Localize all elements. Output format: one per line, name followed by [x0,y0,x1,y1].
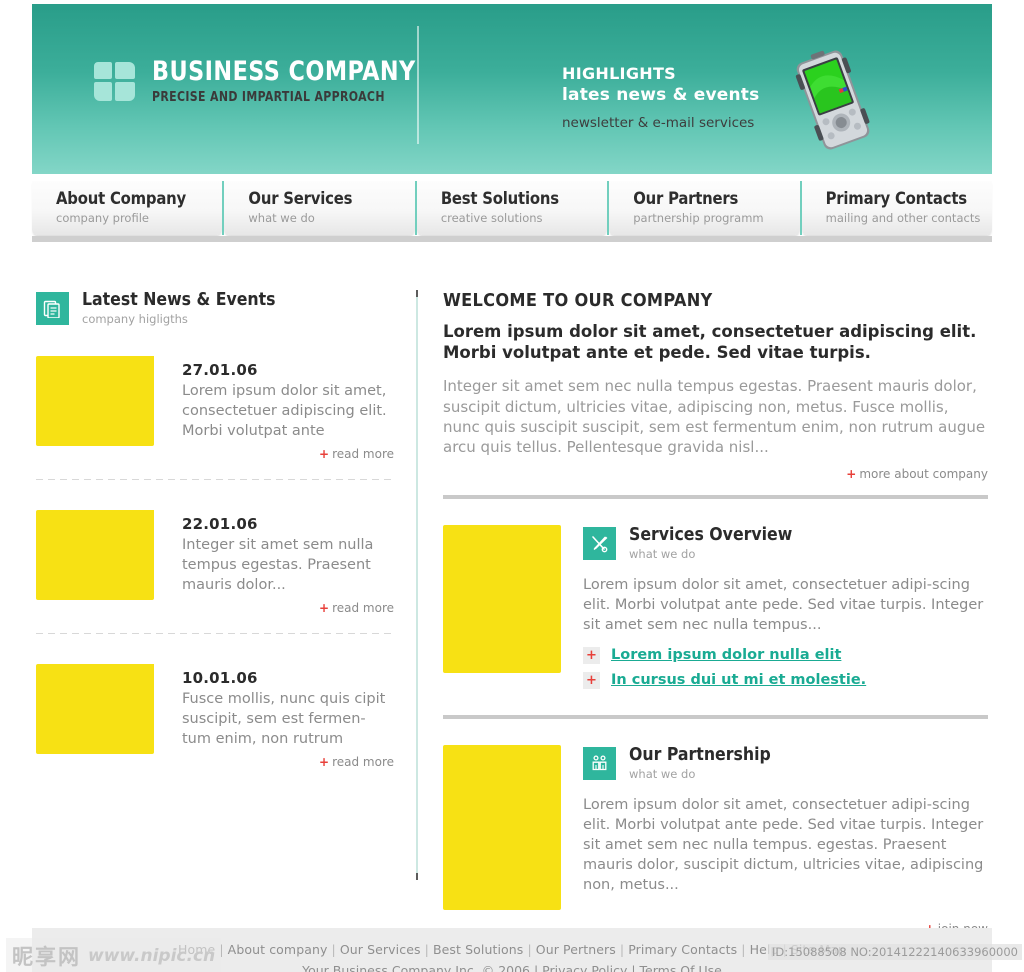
nav-tab-title: Our Partners [633,189,739,208]
nav-tab-subtitle: partnership programm [633,211,764,226]
watermark-id: ID:15088508 NO:20141222140633960000 [768,944,1022,960]
news-section-title: Latest News & Events [82,290,276,310]
partnership-title: Our Partnership [629,744,771,765]
news-read-more-link[interactable]: + read more [182,755,394,769]
nav-tab-subtitle: creative solutions [440,211,543,226]
watermark-logo-text: 昵享网 [12,945,81,969]
news-section-header: Latest News & Events company higligths [36,290,394,326]
nav-tab-our-partners[interactable]: Our Partners partnership programm [607,181,800,235]
news-column: Latest News & Events company higligths 2… [36,290,394,769]
highlights-subheading: lates news & events [562,85,760,105]
news-date: 27.01.06 [182,361,258,380]
partnership-panel: Our Partnership what we do Lorem ipsum d… [443,744,988,910]
footer-link-our-partners[interactable]: Our Pertners [536,942,616,957]
nav-tab-our-services[interactable]: Our Services what we do [222,181,415,235]
main-column: WELCOME TO OUR COMPANY Lorem ipsum dolor… [443,290,988,936]
nav-tab-primary-contacts[interactable]: Primary Contacts mailing and other conta… [799,181,993,235]
services-panel: Services Overview what we do Lorem ipsum… [443,524,988,697]
footer-link-primary-contacts[interactable]: Primary Contacts [628,942,737,957]
news-text: Integer sit amet sem nulla tempus egesta… [182,537,374,594]
news-read-more-label: read more [332,601,394,616]
documents-icon [36,292,69,325]
nav-tab-about-company[interactable]: About Company company profile [32,181,223,235]
services-link[interactable]: Lorem ipsum dolor nulla elit [611,647,841,663]
nav-tab-subtitle: what we do [248,211,315,226]
welcome-body: Integer sit amet sem nec nulla tempus eg… [443,377,986,457]
plus-icon: + [319,755,330,770]
welcome-lead: Lorem ipsum dolor sit amet, consectetuer… [443,322,977,363]
plus-icon: + [583,646,600,664]
news-thumbnail [36,356,154,447]
news-text: Lorem ipsum dolor sit amet, consectetuer… [182,383,387,440]
nav-bottom-bar [32,236,992,242]
news-read-more-link[interactable]: + read more [182,601,394,615]
page-root: BUSINESS COMPANY PRECISE AND IMPARTIAL A… [0,0,1024,972]
nav-tab-best-solutions[interactable]: Best Solutions creative solutions [414,181,608,235]
welcome-title: WELCOME TO OUR COMPANY [443,290,713,311]
highlights-block: HIGHLIGHTS lates news & events newslette… [562,64,759,131]
news-item[interactable]: 22.01.06 Integer sit amet sem nulla temp… [36,510,394,615]
logo-tagline: PRECISE AND IMPARTIAL APPROACH [152,89,385,105]
partnership-thumbnail [443,744,561,910]
site-logo[interactable]: BUSINESS COMPANY PRECISE AND IMPARTIAL A… [94,58,439,105]
news-date: 22.01.06 [182,515,258,534]
nav-tab-subtitle: company profile [56,211,149,226]
news-item[interactable]: 27.01.06 Lorem ipsum dolor sit amet, con… [36,356,394,461]
services-thumbnail [443,524,561,673]
news-separator [36,479,394,481]
logo-title: BUSINESS COMPANY [152,56,416,87]
partnership-subtitle: what we do [629,767,696,782]
nav-tab-title: Our Services [248,189,353,208]
services-link-row[interactable]: + Lorem ipsum dolor nulla elit [583,646,988,664]
watermark-nipic: 昵享网 www.nipic.cn [6,938,222,972]
highlights-caption: newsletter & e-mail services [562,115,755,132]
watermark-url: www.nipic.cn [88,946,216,966]
news-text: Fusce mollis, nunc quis cipit suscipit, … [182,691,386,748]
plus-icon: + [319,447,330,462]
column-divider [416,290,418,880]
nav-tab-subtitle: mailing and other contacts [825,211,981,226]
news-read-more-label: read more [332,755,394,770]
services-links: + Lorem ipsum dolor nulla elit + In curs… [583,646,988,689]
services-link-row[interactable]: + In cursus dui ut mi et molestie. [583,671,988,689]
plus-icon: + [319,601,330,616]
nav-tab-title: Primary Contacts [825,189,967,208]
news-thumbnail [36,510,154,601]
services-header: Services Overview what we do [583,525,988,561]
services-subtitle: what we do [629,546,696,561]
nav-tab-title: About Company [56,189,186,208]
news-read-more-link[interactable]: + read more [182,447,394,461]
section-separator [443,714,988,719]
services-title: Services Overview [629,524,793,545]
news-date: 10.01.06 [182,669,258,688]
four-squares-logo-icon [94,62,136,102]
more-about-company-link[interactable]: + more about company [443,467,988,481]
people-icon [583,746,616,780]
tools-icon [583,526,616,560]
main-navigation: About Company company profile Our Servic… [32,181,993,235]
services-text: Lorem ipsum dolor sit amet, consectetuer… [583,576,984,633]
site-header: BUSINESS COMPANY PRECISE AND IMPARTIAL A… [32,4,992,174]
partnership-text: Lorem ipsum dolor sit amet, consectetuer… [583,797,984,894]
highlights-heading: HIGHLIGHTS [562,64,676,83]
footer-link-about-company[interactable]: About company [228,942,328,957]
plus-icon: + [846,466,857,481]
news-separator [36,633,394,635]
nav-tab-title: Best Solutions [440,189,559,208]
section-separator [443,494,988,499]
more-about-company-label: more about company [859,466,988,481]
services-link[interactable]: In cursus dui ut mi et molestie. [611,672,866,688]
news-thumbnail [36,664,154,755]
plus-icon: + [583,671,600,689]
pda-phone-image [795,50,870,150]
news-read-more-label: read more [332,447,394,462]
news-section-subtitle: company higligths [82,312,188,327]
partnership-header: Our Partnership what we do [583,745,988,781]
news-item[interactable]: 10.01.06 Fusce mollis, nunc quis cipit s… [36,664,394,769]
footer-link-best-solutions[interactable]: Best Solutions [433,942,524,957]
footer-link-our-services[interactable]: Our Services [340,942,421,957]
